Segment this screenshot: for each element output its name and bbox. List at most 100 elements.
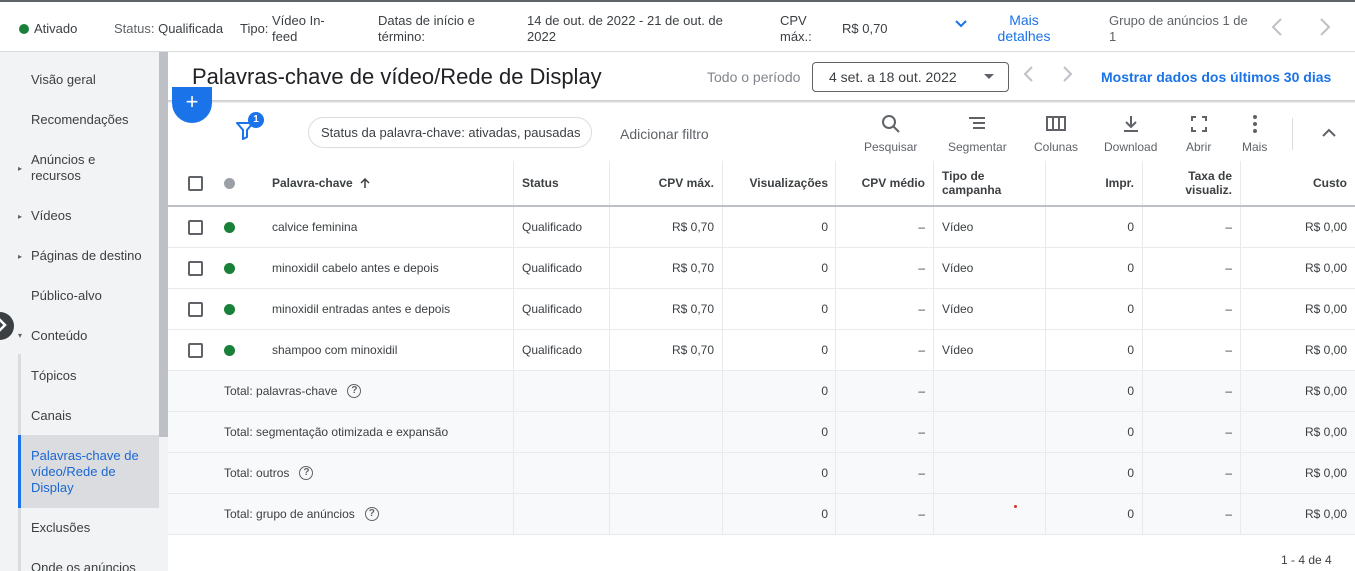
- row-status-cell: [216, 330, 246, 370]
- enabled-status-dot[interactable]: [224, 221, 235, 233]
- total-cost-cell: R$ 0,00: [1240, 494, 1355, 534]
- sidebar-scrollbar[interactable]: [159, 52, 168, 437]
- avg-cpv-column-header[interactable]: CPV médio: [835, 161, 933, 205]
- sidebar-item-placements[interactable]: Canais: [31, 408, 159, 424]
- search-tool-button[interactable]: Pesquisar: [864, 114, 917, 154]
- total-views-cell: 0: [722, 412, 836, 452]
- collapse-toolbar-icon[interactable]: [1321, 126, 1337, 141]
- avg-cpv-cell: –: [835, 330, 933, 370]
- columns-tool-button[interactable]: Colunas: [1034, 114, 1078, 154]
- last-30-days-link[interactable]: Mostrar dados dos últimos 30 dias: [1101, 69, 1331, 85]
- table-row[interactable]: minoxidil entradas antes e depois Qualifi…: [168, 289, 1355, 330]
- keyword-cell[interactable]: minoxidil cabelo antes e depois: [264, 248, 512, 288]
- cursor-marker: [1014, 505, 1017, 508]
- total-impressions-cell: 0: [1045, 453, 1142, 493]
- status-column-header[interactable]: Status: [513, 161, 610, 205]
- views-cell: 0: [722, 248, 836, 288]
- add-keyword-fab-button[interactable]: +: [172, 87, 212, 123]
- status-filter-dot[interactable]: [224, 177, 235, 189]
- total-view-rate-cell: –: [1142, 453, 1240, 493]
- total-campaign-type-cell: [933, 453, 1046, 493]
- next-period-icon[interactable]: [1062, 64, 1074, 88]
- sidebar-item-recommendations[interactable]: Recomendações: [31, 112, 159, 128]
- date-range-select[interactable]: 4 set. a 18 out. 2022: [812, 62, 1009, 92]
- total-impressions-cell: 0: [1045, 412, 1142, 452]
- total-view-rate-cell: –: [1142, 371, 1240, 411]
- download-tool-button[interactable]: Download: [1104, 114, 1157, 154]
- add-filter-button[interactable]: Adicionar filtro: [620, 126, 709, 142]
- collapse-sidebar-button[interactable]: [0, 312, 14, 340]
- collapse-caret-icon[interactable]: ▾: [18, 331, 22, 340]
- cost-column-header[interactable]: Custo: [1240, 161, 1355, 205]
- more-details-link[interactable]: Mais detalhes: [990, 12, 1058, 44]
- status-dot-header: [216, 161, 246, 205]
- keyword-column-header[interactable]: Palavra-chave: [264, 161, 512, 205]
- more-vert-icon: [1252, 115, 1257, 133]
- more-details-line1: Mais: [1009, 12, 1039, 28]
- dates-label: Datas de início e término:: [378, 13, 475, 45]
- impressions-cell: 0: [1045, 330, 1142, 370]
- expand-caret-icon[interactable]: ▸: [18, 212, 22, 221]
- sidebar-item-where-ads-showed[interactable]: Onde os anúncios: [31, 560, 159, 571]
- expand-chevron-icon[interactable]: [954, 16, 968, 35]
- sidebar-item-audiences[interactable]: Público-alvo: [31, 288, 159, 304]
- row-checkbox[interactable]: [188, 219, 203, 235]
- segment-tool-button[interactable]: Segmentar: [948, 114, 1007, 154]
- sidebar-item-videos[interactable]: Vídeos: [31, 208, 159, 224]
- help-icon[interactable]: ?: [347, 384, 362, 398]
- sidebar-item-exclusions[interactable]: Exclusões: [31, 520, 159, 536]
- row-checkbox[interactable]: [188, 260, 203, 276]
- max-cpv-cell[interactable]: R$ 0,70: [609, 330, 722, 370]
- campaign-type-column-header[interactable]: Tipo de campanha: [933, 161, 1046, 205]
- help-icon[interactable]: ?: [299, 466, 314, 480]
- summary-bar: Ativado Status: Qualificada Tipo: Vídeo …: [0, 0, 1355, 52]
- row-checkbox[interactable]: [188, 301, 203, 317]
- impressions-cell: 0: [1045, 207, 1142, 247]
- total-campaign-type-cell: [933, 371, 1046, 411]
- sidebar-item-label-line1: Palavras-chave de: [31, 448, 139, 463]
- eligibility-status: Status: Qualificada: [114, 21, 223, 37]
- keyword-cell[interactable]: minoxidil entradas antes e depois: [264, 289, 512, 329]
- view-rate-cell: –: [1142, 248, 1240, 288]
- max-cpv-cell[interactable]: R$ 0,70: [609, 248, 722, 288]
- sidebar-item-display-keywords[interactable]: Palavras-chave de vídeo/Rede de Display: [31, 448, 159, 496]
- enabled-status-dot[interactable]: [224, 262, 235, 274]
- expand-caret-icon[interactable]: ▸: [18, 164, 22, 173]
- fullscreen-tool-button[interactable]: Abrir: [1186, 114, 1211, 154]
- next-adgroup-icon[interactable]: [1318, 17, 1332, 41]
- dates-label-line1: Datas de início e: [378, 13, 475, 28]
- expand-caret-icon[interactable]: ▸: [18, 252, 22, 261]
- keyword-cell[interactable]: shampoo com minoxidil: [264, 330, 512, 370]
- select-all-checkbox[interactable]: [188, 175, 203, 191]
- sidebar-item-ads-assets[interactable]: Anúncios e recursos: [31, 152, 159, 184]
- status-filter-chip[interactable]: Status da palavra-chave: ativadas, pausa…: [308, 117, 592, 148]
- impressions-column-header[interactable]: Impr.: [1045, 161, 1142, 205]
- max-cpv-column-header[interactable]: CPV máx.: [609, 161, 722, 205]
- sort-ascending-icon: [360, 177, 370, 188]
- previous-adgroup-icon[interactable]: [1270, 17, 1284, 41]
- enabled-status-dot[interactable]: [224, 344, 235, 356]
- sidebar-item-topics[interactable]: Tópicos: [31, 368, 159, 384]
- campaign-type-cell: Vídeo: [933, 207, 1046, 247]
- columns-icon: [1046, 116, 1067, 131]
- sidebar-item-content[interactable]: Conteúdo: [31, 328, 159, 344]
- row-status-cell: [216, 289, 246, 329]
- keyword-cell[interactable]: calvice feminina: [264, 207, 512, 247]
- max-cpv-cell[interactable]: R$ 0,70: [609, 289, 722, 329]
- previous-period-icon[interactable]: [1022, 64, 1034, 88]
- view-rate-column-header[interactable]: Taxa de visualiz.: [1142, 161, 1240, 205]
- enabled-status-dot[interactable]: [224, 303, 235, 315]
- help-icon[interactable]: ?: [364, 507, 379, 521]
- views-column-header[interactable]: Visualizações: [722, 161, 836, 205]
- dates-label-line2: término:: [378, 29, 425, 44]
- row-checkbox[interactable]: [188, 342, 203, 358]
- total-impressions-cell: 0: [1045, 371, 1142, 411]
- table-row[interactable]: minoxidil cabelo antes e depois Qualifica…: [168, 248, 1355, 289]
- sidebar-item-landing-pages[interactable]: Páginas de destino: [31, 248, 159, 264]
- sidebar-item-overview[interactable]: Visão geral: [31, 72, 159, 88]
- more-tool-button[interactable]: Mais: [1242, 114, 1267, 154]
- max-cpv-cell[interactable]: R$ 0,70: [609, 207, 722, 247]
- table-row[interactable]: calvice feminina Qualificado R$ 0,70 0– Víde…: [168, 207, 1355, 248]
- total-status-cell: [513, 412, 610, 452]
- table-row[interactable]: shampoo com minoxidil Qualificado R$ 0,70 0…: [168, 330, 1355, 371]
